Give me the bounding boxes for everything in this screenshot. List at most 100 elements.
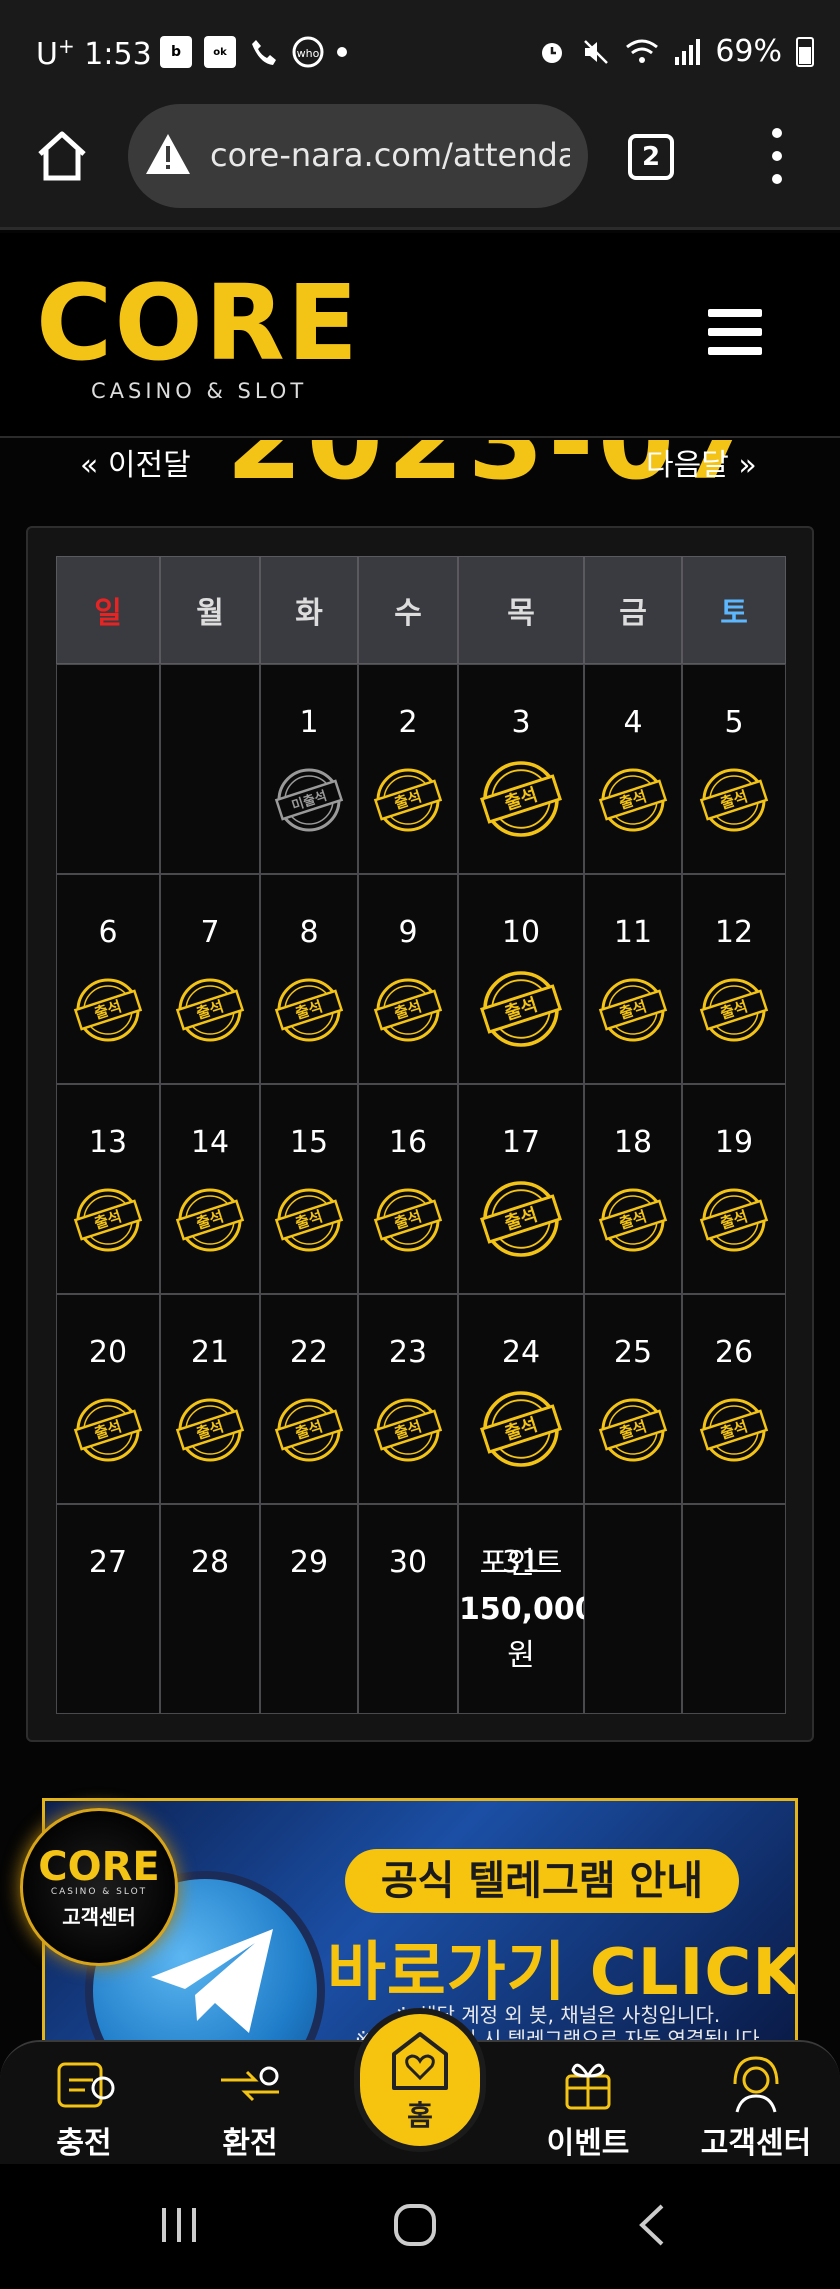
calendar-day-cell: 14 출석 bbox=[160, 1084, 260, 1294]
attendance-stamp-icon: 출석 bbox=[373, 1188, 443, 1252]
calendar-day-cell: 11 출석 bbox=[584, 874, 682, 1084]
calendar-day-cell: 13 출석 bbox=[56, 1084, 160, 1294]
day-number: 9 bbox=[398, 915, 418, 950]
weekday-header: 월 bbox=[160, 556, 260, 664]
svg-text:출석: 출석 bbox=[718, 787, 750, 813]
battery-icon bbox=[796, 36, 814, 67]
recent-apps-icon[interactable] bbox=[156, 2202, 202, 2248]
day-number: 21 bbox=[190, 1335, 230, 1370]
attendance-stamp-icon: 출석 bbox=[73, 1398, 143, 1462]
weekday-header: 금 bbox=[584, 556, 682, 664]
svg-text:출석: 출석 bbox=[617, 997, 649, 1023]
calendar-day-cell: 19 출석 bbox=[682, 1084, 786, 1294]
nav-home[interactable]: 홈 bbox=[354, 2008, 486, 2152]
svg-text:출석: 출석 bbox=[502, 1414, 540, 1444]
nav-event-label: 이벤트 bbox=[546, 2126, 630, 2161]
calendar-week-row: 27 28 29 30 31 포인트 150,000 원 bbox=[56, 1504, 786, 1714]
svg-text:출석: 출석 bbox=[194, 1207, 226, 1233]
attendance-stamp-icon: 출석 bbox=[73, 978, 143, 1042]
browser-menu-button[interactable] bbox=[770, 128, 784, 184]
back-icon[interactable] bbox=[630, 2202, 676, 2248]
calendar-day-cell: 16 출석 bbox=[358, 1084, 458, 1294]
calendar-day-cell: 18 출석 bbox=[584, 1084, 682, 1294]
day-number: 14 bbox=[190, 1125, 230, 1160]
svg-text:출석: 출석 bbox=[293, 997, 325, 1023]
attendance-stamp-icon: 출석 bbox=[699, 978, 769, 1042]
calendar-day-cell: 2 출석 bbox=[358, 664, 458, 874]
attendance-stamp-icon: 출석 bbox=[373, 768, 443, 832]
nav-deposit[interactable]: 충전 bbox=[14, 2050, 154, 2162]
app-notification-icon: ok bbox=[204, 36, 236, 68]
gift-icon bbox=[565, 2063, 611, 2110]
banner-pill: 공식 텔레그램 안내 bbox=[345, 1849, 739, 1913]
nav-withdraw[interactable]: 환전 bbox=[180, 2050, 320, 2162]
tab-switcher-button[interactable]: 2 bbox=[628, 134, 674, 180]
day-number: 26 bbox=[714, 1335, 754, 1370]
site-header: CORE CASINO & SLOT bbox=[0, 233, 840, 438]
menu-dot-icon bbox=[772, 151, 782, 161]
day-number: 2 bbox=[398, 705, 418, 740]
svg-text:출석: 출석 bbox=[392, 1417, 424, 1443]
headset-icon bbox=[733, 2056, 779, 2113]
day-number: 23 bbox=[388, 1335, 428, 1370]
prev-month-link[interactable]: « 이전달 bbox=[80, 440, 191, 484]
hamburger-line bbox=[708, 309, 762, 317]
url-text[interactable]: core-nara.com/attenda bbox=[210, 136, 570, 174]
day-number: 30 bbox=[388, 1545, 428, 1580]
badge-logo: CORE bbox=[38, 1844, 160, 1890]
calendar-day-cell: 15 출석 bbox=[260, 1084, 358, 1294]
svg-text:출석: 출석 bbox=[293, 1207, 325, 1233]
day-number: 4 bbox=[623, 705, 643, 740]
weekday-header: 일 bbox=[56, 556, 160, 664]
day-number: 5 bbox=[724, 705, 744, 740]
nav-event[interactable]: 이벤트 bbox=[518, 2050, 658, 2162]
warning-icon[interactable] bbox=[144, 132, 192, 176]
next-month-link[interactable]: 다음달 » bbox=[646, 440, 757, 484]
alarm-icon bbox=[542, 42, 563, 63]
calendar-day-cell bbox=[56, 664, 160, 874]
notification-icons: b ok who bbox=[160, 36, 348, 68]
day-number: 11 bbox=[613, 915, 653, 950]
calendar-day-cell bbox=[160, 664, 260, 874]
calendar-day-cell: 25 출석 bbox=[584, 1294, 682, 1504]
battery-percent: 69% bbox=[715, 34, 782, 69]
calendar-week-row: 6 출석 7 출석 8 출석 9 출석 10 출석 11 출석 12 출석 bbox=[56, 874, 786, 1084]
attendance-stamp-icon: 출석 bbox=[373, 1398, 443, 1462]
calendar-day-cell: 10 출석 bbox=[458, 874, 584, 1084]
system-home-icon[interactable] bbox=[392, 2202, 438, 2248]
day-number: 25 bbox=[613, 1335, 653, 1370]
svg-text:출석: 출석 bbox=[502, 784, 540, 814]
browser-home-icon[interactable] bbox=[34, 128, 90, 184]
day-number: 19 bbox=[714, 1125, 754, 1160]
attendance-stamp-icon: 출석 bbox=[598, 1398, 668, 1462]
attendance-stamp-icon: 출석 bbox=[480, 761, 562, 837]
day-number: 6 bbox=[98, 915, 118, 950]
day-number: 10 bbox=[501, 915, 541, 950]
day-number: 17 bbox=[501, 1125, 541, 1160]
weekday-header-row: 일월화수목금토 bbox=[56, 556, 786, 664]
svg-text:출석: 출석 bbox=[617, 787, 649, 813]
address-bar[interactable]: core-nara.com/attenda bbox=[128, 104, 588, 208]
day-number: 24 bbox=[501, 1335, 541, 1370]
attendance-stamp-icon: 출석 bbox=[274, 1398, 344, 1462]
svg-text:출석: 출석 bbox=[392, 997, 424, 1023]
attendance-stamp-icon: 출석 bbox=[480, 1181, 562, 1257]
attendance-calendar: 일월화수목금토 1 미출석 2 출석 3 출석 4 출석 5 출석 6 출석 7 출석 8 출석 9 출석 10 출석… bbox=[26, 526, 814, 1742]
customer-center-badge[interactable]: CORE CASINO & SLOT 고객센터 bbox=[20, 1808, 178, 1966]
weekday-header: 화 bbox=[260, 556, 358, 664]
calendar-day-cell: 9 출석 bbox=[358, 874, 458, 1084]
svg-text:출석: 출석 bbox=[194, 1417, 226, 1443]
nav-support[interactable]: 고객센터 bbox=[686, 2050, 826, 2162]
attendance-stamp-icon: 출석 bbox=[175, 1188, 245, 1252]
nav-support-label: 고객센터 bbox=[700, 2126, 812, 2161]
day-number: 15 bbox=[289, 1125, 329, 1160]
svg-text:who: who bbox=[297, 47, 320, 60]
mute-icon bbox=[584, 39, 609, 64]
hamburger-menu-button[interactable] bbox=[708, 309, 762, 355]
point-reward-unit: 원 bbox=[507, 1638, 535, 1673]
svg-text:출석: 출석 bbox=[92, 1417, 124, 1443]
day-number: 12 bbox=[714, 915, 754, 950]
core-logo[interactable]: CORE CASINO & SLOT bbox=[36, 271, 366, 403]
carrier-label: U bbox=[36, 37, 58, 72]
svg-text:출석: 출석 bbox=[718, 1417, 750, 1443]
